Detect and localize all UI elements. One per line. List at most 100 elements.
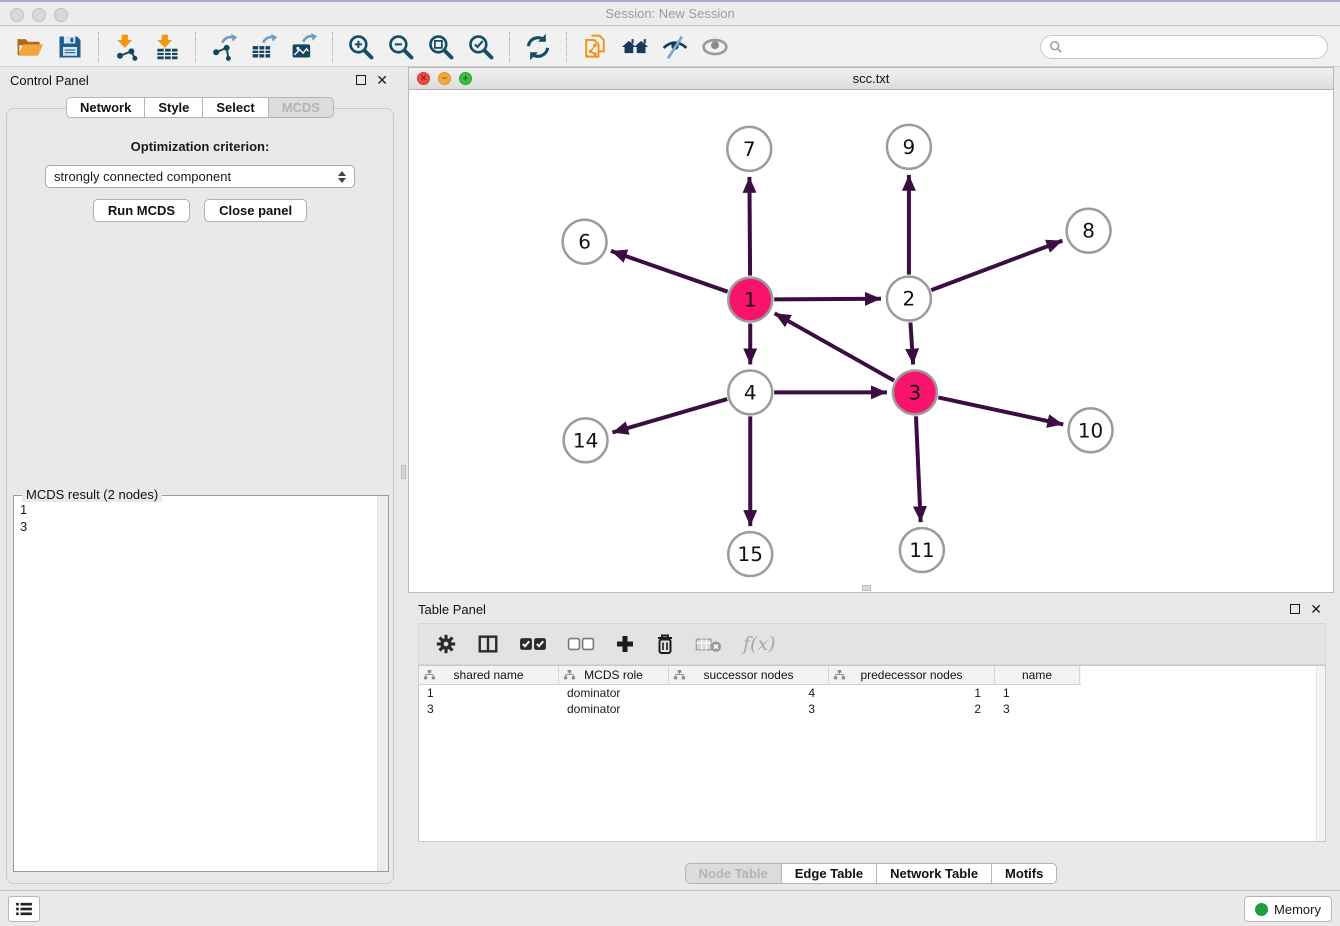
close-panel-button[interactable]: Close panel [204, 199, 307, 222]
node-label: 9 [903, 135, 916, 159]
close-panel-icon[interactable]: ✕ [1310, 604, 1322, 614]
table-cell[interactable]: 1 [995, 685, 1080, 701]
graph-node-9[interactable]: 9 [887, 125, 931, 169]
table-cell[interactable]: dominator [559, 685, 669, 701]
add-row-button[interactable] [615, 631, 635, 657]
edge-1-2[interactable] [774, 299, 881, 300]
tab-select[interactable]: Select [202, 97, 268, 118]
table-row[interactable]: 3dominator323 [419, 701, 1325, 717]
clone-network-button[interactable] [575, 30, 615, 64]
canvas-resize-handle[interactable] [862, 585, 871, 591]
graph-node-14[interactable]: 14 [564, 418, 608, 462]
graph-node-11[interactable]: 11 [900, 528, 944, 572]
splitter-handle-icon[interactable] [401, 465, 406, 479]
table-cell[interactable]: dominator [559, 701, 669, 717]
table-cell[interactable]: 1 [829, 685, 995, 701]
column-sort-icon [424, 670, 435, 681]
edge-2-8[interactable] [931, 241, 1062, 291]
edge-1-6[interactable] [611, 251, 728, 292]
graph-node-2[interactable]: 2 [887, 277, 931, 321]
graph-node-3[interactable]: 3 [893, 370, 937, 414]
network-window-titlebar: ✕ − + scc.txt [409, 68, 1333, 90]
table-row[interactable]: 1dominator411 [419, 685, 1325, 701]
search-field [1040, 35, 1328, 59]
list-icon [15, 902, 33, 916]
tab-node-table[interactable]: Node Table [685, 863, 782, 884]
result-scrollbar[interactable] [377, 496, 388, 871]
graph-node-15[interactable]: 15 [728, 532, 772, 576]
panel-splitter[interactable] [400, 67, 408, 890]
select-all-rows-button[interactable] [519, 631, 547, 657]
edge-2-3[interactable] [910, 322, 913, 364]
show-all-button[interactable] [695, 30, 735, 64]
table-body: 1dominator4113dominator323 [419, 685, 1325, 717]
tab-style[interactable]: Style [144, 97, 203, 118]
save-session-button[interactable] [50, 30, 90, 64]
delete-column-button[interactable] [695, 631, 723, 657]
column-header-successor-nodes[interactable]: successor nodes [669, 666, 829, 684]
float-panel-icon[interactable] [1290, 604, 1300, 614]
graph-node-6[interactable]: 6 [563, 220, 607, 264]
criterion-dropdown[interactable]: strongly connected component [45, 165, 355, 188]
edge-1-7[interactable] [749, 177, 750, 276]
export-network-button[interactable] [204, 30, 244, 64]
float-panel-icon[interactable] [356, 75, 366, 85]
run-mcds-button[interactable]: Run MCDS [93, 199, 190, 222]
column-header-label: predecessor nodes [860, 668, 962, 682]
export-table-button[interactable] [244, 30, 284, 64]
tab-motifs[interactable]: Motifs [991, 863, 1057, 884]
edge-3-1[interactable] [775, 313, 894, 380]
table-cell[interactable]: 3 [419, 701, 559, 717]
close-panel-icon[interactable]: ✕ [376, 75, 388, 85]
table-tabs: Node TableEdge TableNetwork TableMotifs [408, 863, 1334, 884]
graph-node-4[interactable]: 4 [728, 370, 772, 414]
table-cell[interactable]: 4 [669, 685, 829, 701]
edge-4-14[interactable] [612, 399, 727, 432]
network-graph[interactable]: 1 2 3 4 6 7 8 9 10 11 14 15 [409, 91, 1333, 592]
zoom-fit-button[interactable] [421, 30, 461, 64]
edge-3-11[interactable] [916, 416, 921, 522]
table-scrollbar[interactable] [1316, 666, 1325, 841]
network-canvas[interactable]: 1 2 3 4 6 7 8 9 10 11 14 15 [409, 91, 1333, 592]
column-sort-icon [834, 670, 845, 681]
column-header-predecessor-nodes[interactable]: predecessor nodes [829, 666, 995, 684]
refresh-network-button[interactable] [518, 30, 558, 64]
table-cell[interactable]: 1 [419, 685, 559, 701]
zoom-out-button[interactable] [381, 30, 421, 64]
deselect-all-rows-button[interactable] [567, 631, 595, 657]
task-history-button[interactable] [8, 896, 40, 922]
column-header-name[interactable]: name [995, 666, 1080, 684]
graph-node-1[interactable]: 1 [728, 278, 772, 322]
zoom-selected-button[interactable] [461, 30, 501, 64]
column-header-mcds-role[interactable]: MCDS role [559, 666, 669, 684]
graph-node-8[interactable]: 8 [1067, 209, 1111, 253]
import-table-button[interactable] [147, 30, 187, 64]
zoom-in-button[interactable] [341, 30, 381, 64]
app-titlebar: Session: New Session [0, 0, 1340, 26]
show-columns-button[interactable] [477, 631, 499, 657]
export-image-button[interactable] [284, 30, 324, 64]
edge-3-10[interactable] [938, 397, 1063, 424]
hide-selected-button[interactable] [655, 30, 695, 64]
table-cell[interactable]: 3 [995, 701, 1080, 717]
tab-network[interactable]: Network [66, 97, 145, 118]
node-label: 1 [744, 288, 757, 312]
memory-label: Memory [1274, 902, 1321, 917]
tab-edge-table[interactable]: Edge Table [781, 863, 877, 884]
delete-rows-button[interactable] [655, 631, 675, 657]
import-network-button[interactable] [107, 30, 147, 64]
graph-node-7[interactable]: 7 [727, 127, 771, 171]
graph-node-10[interactable]: 10 [1069, 408, 1113, 452]
first-neighbors-button[interactable] [615, 30, 655, 64]
dropdown-stepper-icon [338, 171, 346, 183]
memory-button[interactable]: Memory [1244, 896, 1332, 922]
column-settings-button[interactable] [435, 631, 457, 657]
search-input[interactable] [1063, 37, 1319, 57]
column-header-shared-name[interactable]: shared name [419, 666, 559, 684]
open-session-button[interactable] [10, 30, 50, 64]
table-cell[interactable]: 2 [829, 701, 995, 717]
tab-mcds[interactable]: MCDS [268, 97, 334, 118]
table-cell[interactable]: 3 [669, 701, 829, 717]
tab-network-table[interactable]: Network Table [876, 863, 992, 884]
function-builder-button[interactable]: f(x) [743, 631, 776, 657]
